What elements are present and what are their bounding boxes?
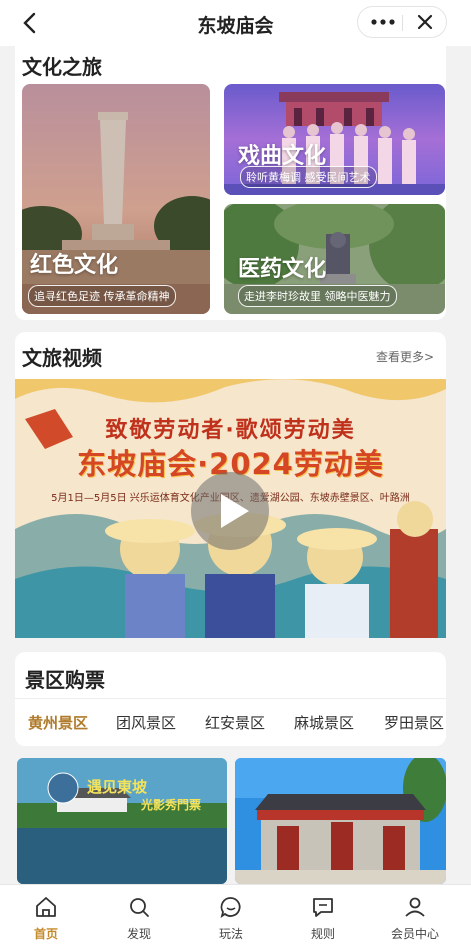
tickets-section: 景区购票 黄州景区 团风景区 红安景区 麻城景区 罗田景区 bbox=[15, 652, 446, 746]
nav-label: 会员中心 bbox=[390, 927, 439, 941]
close-icon bbox=[417, 14, 433, 30]
play-button[interactable] bbox=[191, 472, 269, 550]
red-culture-tile[interactable]: 红色文化 追寻红色足迹 传承革命精神 bbox=[22, 84, 210, 314]
search-icon bbox=[130, 898, 149, 917]
capsule-divider bbox=[402, 15, 403, 31]
nav-discover[interactable]: 发现 bbox=[109, 895, 169, 942]
nav-label: 首页 bbox=[33, 927, 58, 941]
top-bar: 东坡庙会 bbox=[0, 0, 471, 46]
thumb-caption-2: 光影秀門票 bbox=[141, 798, 202, 812]
section-title: 景区购票 bbox=[25, 668, 105, 692]
mini-program-capsule bbox=[357, 6, 447, 38]
chat-icon bbox=[220, 897, 241, 919]
user-icon bbox=[405, 897, 425, 917]
monument-image bbox=[22, 84, 210, 314]
thumb-caption: 遇见東坡 bbox=[87, 778, 148, 796]
tile-title: 医药文化 bbox=[238, 257, 327, 282]
home-icon bbox=[36, 897, 56, 917]
medicine-culture-tile[interactable]: 医药文化 走进李时珍故里 领略中医魅力 bbox=[224, 204, 445, 314]
tab-tuanfeng[interactable]: 团风景区 bbox=[116, 712, 176, 733]
section-title: 文旅视频 bbox=[22, 346, 102, 370]
more-dots-icon bbox=[371, 19, 395, 25]
divider bbox=[15, 698, 446, 699]
video-player[interactable]: 致敬劳动者·歌颂劳动美 东坡庙会·2024劳动美 5月1日—5月5日 兴乐运体育… bbox=[15, 379, 446, 638]
tile-subtitle: 走进李时珍故里 领略中医魅力 bbox=[238, 285, 397, 307]
temple-image bbox=[235, 758, 446, 884]
tile-subtitle: 聆听黄梅调 感受民间艺术 bbox=[240, 166, 377, 188]
tile-subtitle: 追寻红色足迹 传承革命精神 bbox=[28, 285, 176, 307]
section-title: 文化之旅 bbox=[22, 55, 102, 79]
culture-section: 文化之旅 红色文化 追寻红色足迹 传承革命精神 戏曲文化 聆听黄梅调 感受民间艺… bbox=[15, 46, 446, 320]
tab-luotian[interactable]: 罗田景区 bbox=[384, 712, 444, 733]
view-more-link[interactable]: 查看更多> bbox=[376, 348, 434, 365]
opera-culture-tile[interactable]: 戏曲文化 聆听黄梅调 感受民间艺术 bbox=[224, 84, 445, 195]
nav-home[interactable]: 首页 bbox=[16, 895, 76, 942]
nav-label: 发现 bbox=[126, 927, 151, 941]
scenic-area-tabs: 黄州景区 团风景区 红安景区 麻城景区 罗田景区 bbox=[15, 700, 446, 742]
nav-rules[interactable]: 规则 bbox=[293, 895, 353, 942]
bottom-nav: 首页 发现 玩法 规则 会员中心 bbox=[0, 884, 471, 950]
nav-label: 规则 bbox=[310, 927, 335, 941]
ticket-card-light-show[interactable]: 遇见東坡 光影秀門票 bbox=[17, 758, 227, 884]
close-button[interactable] bbox=[410, 12, 440, 32]
play-icon bbox=[221, 494, 249, 528]
ticket-card-temple[interactable] bbox=[235, 758, 446, 884]
tab-hongan[interactable]: 红安景区 bbox=[205, 712, 265, 733]
tab-macheng[interactable]: 麻城景区 bbox=[294, 712, 354, 733]
banner-headline: 致敬劳动者·歌颂劳动美 bbox=[105, 418, 356, 443]
nav-label: 玩法 bbox=[218, 927, 243, 941]
message-icon bbox=[313, 898, 333, 917]
tile-title: 红色文化 bbox=[30, 253, 119, 278]
nav-member[interactable]: 会员中心 bbox=[385, 895, 445, 942]
more-button[interactable] bbox=[368, 12, 398, 32]
nav-play[interactable]: 玩法 bbox=[201, 895, 261, 942]
tab-huangzhou[interactable]: 黄州景区 bbox=[28, 712, 88, 733]
